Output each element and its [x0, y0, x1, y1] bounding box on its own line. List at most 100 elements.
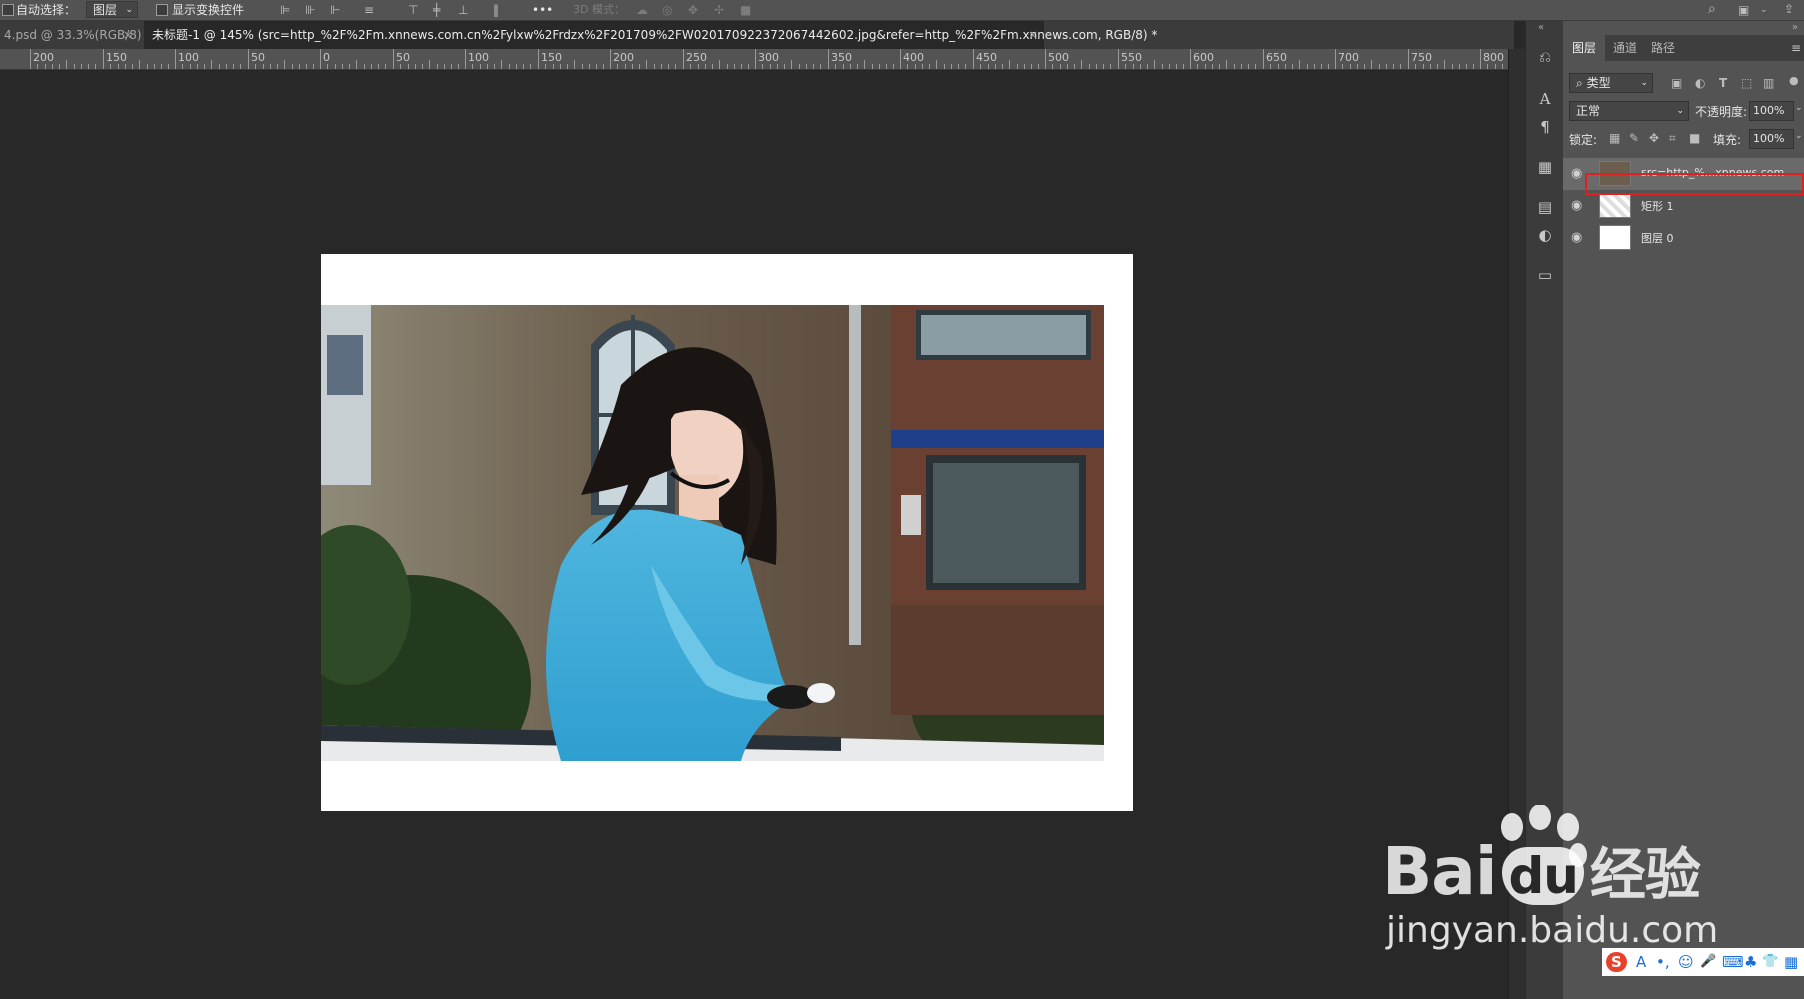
ruler-minor-tick	[400, 64, 401, 69]
more-options-button[interactable]: •••	[532, 2, 553, 18]
ruler-minor-tick	[306, 64, 307, 69]
ruler-label: 100	[468, 51, 489, 64]
chevron-down-icon[interactable]: ⌄	[1795, 131, 1803, 141]
ruler-minor-tick	[1103, 64, 1104, 69]
sogou-logo-icon[interactable]: S	[1606, 952, 1627, 972]
align-top-icon[interactable]: ⊤	[408, 2, 418, 18]
lock-artboard-icon[interactable]: ⌗	[1669, 130, 1676, 146]
visibility-eye-icon[interactable]: ◉	[1571, 198, 1582, 213]
history-icon[interactable]: ⎌	[1534, 47, 1556, 67]
show-transform-checkbox[interactable]	[156, 4, 168, 16]
ruler-major-tick	[320, 49, 321, 69]
ruler-minor-tick	[1386, 64, 1387, 69]
ruler-minor-tick	[95, 64, 96, 69]
paragraph-icon[interactable]: ¶	[1534, 117, 1556, 137]
ime-clothes-icon[interactable]: 👕	[1762, 952, 1778, 972]
filter-smart-object-icon[interactable]: ▥	[1763, 75, 1774, 91]
collapse-icon[interactable]: «	[1538, 22, 1544, 33]
ruler-minor-tick	[233, 64, 234, 69]
tab-paths[interactable]: 路径	[1651, 35, 1675, 61]
3d-orbit-icon[interactable]: ☁	[636, 2, 648, 18]
align-middle-icon[interactable]: ╪	[433, 2, 440, 18]
share-icon[interactable]: ⇪	[1784, 1, 1794, 17]
ime-tools-icon[interactable]: ▦	[1784, 952, 1798, 972]
lock-position-icon[interactable]: ✥	[1649, 130, 1659, 146]
auto-select-dropdown[interactable]: 图层 ⌄	[86, 1, 138, 18]
chevron-down-icon[interactable]: ⌄	[1760, 2, 1768, 18]
tab-4-psd[interactable]: 4.psd @ 33.3%(RGB/8)	[0, 21, 142, 49]
visibility-eye-icon[interactable]: ◉	[1571, 166, 1582, 181]
ime-keyboard-icon[interactable]: ⌨	[1722, 952, 1744, 972]
ruler-minor-tick	[625, 64, 626, 69]
ruler-minor-tick	[1219, 64, 1220, 69]
adjustments-icon[interactable]: ◐	[1534, 225, 1556, 245]
panel-menu-icon[interactable]: ≡	[1791, 35, 1801, 61]
workspace-icon[interactable]: ▣	[1738, 2, 1749, 18]
lock-image-icon[interactable]: ✎	[1629, 130, 1639, 146]
search-icon[interactable]: ⌕	[1708, 1, 1716, 17]
filter-shape-icon[interactable]: ⬚	[1741, 75, 1752, 91]
ime-language-icon[interactable]: A	[1636, 952, 1646, 972]
ime-emoji-icon[interactable]: ☺	[1678, 952, 1694, 972]
filter-type-icon[interactable]: T	[1719, 75, 1727, 91]
ruler-minor-tick	[277, 64, 278, 69]
close-icon[interactable]: ×	[123, 21, 133, 49]
tab-layers[interactable]: 图层	[1563, 35, 1605, 61]
opacity-input[interactable]: 100%	[1749, 101, 1794, 121]
ime-voice-icon[interactable]: 🎤	[1700, 952, 1716, 972]
ruler-major-tick	[1480, 49, 1481, 69]
ruler-minor-tick	[922, 64, 923, 69]
tab-untitled-1[interactable]: 未标题-1 @ 145% (src=http_%2F%2Fm.xnnews.co…	[144, 21, 1157, 49]
libraries-icon[interactable]: ▤	[1534, 197, 1556, 217]
ime-skin-icon[interactable]: ♣	[1744, 952, 1757, 972]
layer-row[interactable]: ◉ 图层 0	[1563, 222, 1804, 254]
ruler-minor-tick	[1270, 64, 1271, 69]
visibility-eye-icon[interactable]: ◉	[1571, 230, 1582, 245]
filter-adjustment-icon[interactable]: ◐	[1695, 75, 1705, 91]
gradients-icon[interactable]: ▭	[1534, 265, 1556, 285]
3d-camera-icon[interactable]: ■	[740, 2, 751, 18]
3d-roll-icon[interactable]: ◎	[662, 2, 672, 18]
ruler-minor-tick	[1379, 64, 1380, 69]
properties-icon[interactable]: ▦	[1534, 157, 1556, 177]
fill-input[interactable]: 100%	[1749, 129, 1794, 149]
ruler-minor-tick	[494, 64, 495, 69]
layer-name[interactable]: 图层 0	[1641, 230, 1674, 246]
auto-select-checkbox[interactable]	[2, 4, 14, 16]
ruler-label: 150	[106, 51, 127, 64]
chevron-down-icon[interactable]: ⌄	[1795, 103, 1803, 113]
ruler-minor-tick	[965, 64, 966, 69]
ruler-minor-tick	[777, 64, 778, 69]
align-right-icon[interactable]: ⊩	[330, 2, 340, 18]
align-center-icon[interactable]: ⊪	[305, 2, 315, 18]
distribute-vertical-icon[interactable]: ‖	[493, 2, 499, 18]
3d-slide-icon[interactable]: ✢	[714, 2, 724, 18]
align-bottom-icon[interactable]: ⊥	[458, 2, 468, 18]
filter-toggle-icon[interactable]: ●	[1789, 73, 1799, 89]
ruler-minor-tick	[161, 64, 162, 69]
layer-name[interactable]: 矩形 1	[1641, 198, 1674, 214]
close-icon[interactable]: ×	[1028, 21, 1038, 49]
ime-punctuation-icon[interactable]: •,	[1656, 952, 1670, 972]
distribute-icon[interactable]: ≡	[364, 2, 374, 18]
align-left-icon[interactable]: ⊫	[280, 2, 290, 18]
watermark-brand: Bai	[1382, 833, 1497, 910]
layer-thumbnail	[1599, 193, 1631, 218]
filter-pixel-icon[interactable]: ▣	[1671, 75, 1682, 91]
expand-icon[interactable]: »	[1792, 22, 1798, 33]
placed-photo-layer[interactable]	[321, 305, 1104, 761]
blend-mode-dropdown[interactable]: 正常 ⌄	[1569, 101, 1689, 121]
ruler-minor-tick	[1473, 64, 1474, 69]
ruler-minor-tick	[190, 64, 191, 69]
ruler-label: 350	[831, 51, 852, 64]
tab-channels[interactable]: 通道	[1613, 35, 1637, 61]
ruler-major-tick	[175, 49, 176, 69]
ruler-minor-tick	[385, 64, 386, 69]
ruler-minor-tick	[1444, 60, 1445, 69]
ruler-major-tick	[1045, 49, 1046, 69]
lock-transparency-icon[interactable]: ▦	[1609, 130, 1620, 146]
character-icon[interactable]: A	[1534, 89, 1556, 109]
lock-all-icon[interactable]: ■	[1689, 130, 1700, 146]
layer-filter-dropdown[interactable]: ⌕ 类型 ⌄	[1569, 73, 1653, 93]
3d-pan-icon[interactable]: ✥	[688, 2, 698, 18]
